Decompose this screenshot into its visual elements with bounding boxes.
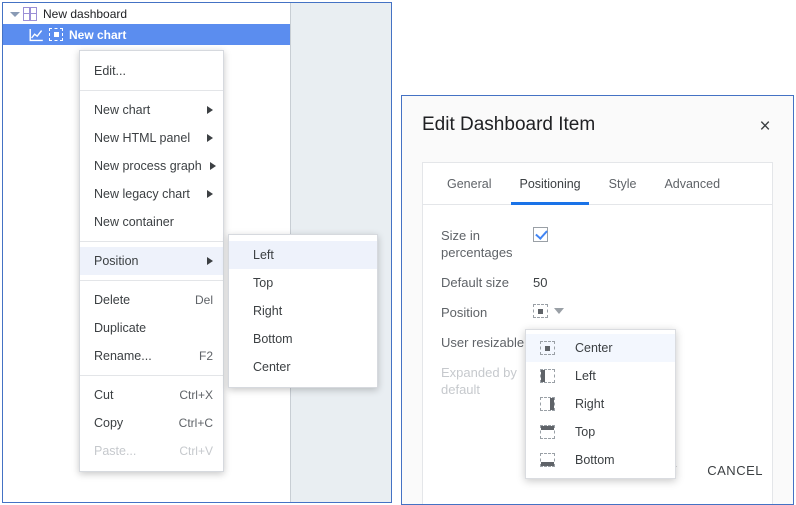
tree-item-new-dashboard[interactable]: New dashboard — [3, 3, 290, 24]
position-option-label: Center — [575, 341, 613, 355]
tree-item-label: New dashboard — [43, 7, 127, 21]
menu-separator — [80, 375, 223, 376]
size-in-percentages-checkbox[interactable] — [533, 227, 548, 242]
position-option-center[interactable]: Center — [526, 334, 675, 362]
menu-item-accelerator: Del — [183, 293, 213, 307]
menu-item-position[interactable]: Position — [80, 247, 223, 275]
menu-item-new-process-graph[interactable]: New process graph — [80, 152, 223, 180]
submenu-arrow-icon — [207, 190, 213, 198]
submenu-item-label: Left — [253, 248, 367, 262]
menu-item-label: Delete — [94, 293, 183, 307]
submenu-arrow-icon — [210, 162, 216, 170]
menu-item-label: Rename... — [94, 349, 187, 363]
default-size-input[interactable]: 50 — [533, 274, 547, 291]
position-option-bottom[interactable]: Bottom — [526, 446, 675, 474]
position-center-icon — [540, 341, 555, 355]
menu-item-new-chart[interactable]: New chart — [80, 96, 223, 124]
menu-item-label: Cut — [94, 388, 167, 402]
position-option-label: Right — [575, 397, 604, 411]
field-label: User resizable — [441, 334, 533, 351]
submenu-item-top[interactable]: Top — [229, 269, 377, 297]
menu-item-new-html-panel[interactable]: New HTML panel — [80, 124, 223, 152]
menu-item-accelerator: Ctrl+V — [167, 444, 213, 458]
menu-item-label: Duplicate — [94, 321, 201, 335]
position-option-left[interactable]: Left — [526, 362, 675, 390]
submenu-item-label: Right — [253, 304, 367, 318]
submenu-item-label: Center — [253, 360, 367, 374]
position-center-icon — [49, 28, 63, 41]
dialog-tabs: General Positioning Style Advanced — [423, 163, 772, 205]
position-option-right[interactable]: Right — [526, 390, 675, 418]
position-dropdown-menu: Center Left Right Top Bottom — [525, 329, 676, 479]
menu-item-delete[interactable]: Delete Del — [80, 286, 223, 314]
menu-item-rename[interactable]: Rename... F2 — [80, 342, 223, 370]
tab-general[interactable]: General — [433, 163, 505, 205]
field-label: Expanded by default — [441, 364, 533, 398]
menu-item-label: Position — [94, 254, 199, 268]
tab-style[interactable]: Style — [595, 163, 651, 205]
menu-item-label: New legacy chart — [94, 187, 199, 201]
tab-advanced[interactable]: Advanced — [650, 163, 734, 205]
expand-caret-icon[interactable] — [9, 8, 21, 20]
menu-item-label: Edit... — [94, 64, 213, 78]
cancel-button[interactable]: CANCEL — [695, 455, 775, 486]
position-bottom-icon — [540, 453, 555, 467]
chevron-down-icon — [554, 308, 564, 314]
menu-item-accelerator: Ctrl+C — [167, 416, 213, 430]
dialog-title: Edit Dashboard Item — [422, 114, 595, 136]
field-position: Position — [441, 304, 772, 321]
position-option-label: Left — [575, 369, 596, 383]
menu-item-label: New container — [94, 215, 213, 229]
position-option-top[interactable]: Top — [526, 418, 675, 446]
menu-item-label: Paste... — [94, 444, 167, 458]
menu-item-label: New chart — [94, 103, 199, 117]
menu-item-label: New process graph — [94, 159, 202, 173]
position-right-icon — [540, 397, 555, 411]
position-option-label: Top — [575, 425, 595, 439]
field-default-size: Default size 50 — [441, 274, 772, 291]
position-top-icon — [540, 425, 555, 439]
context-menu: Edit... New chart New HTML panel New pro… — [79, 50, 224, 472]
menu-item-new-container[interactable]: New container — [80, 208, 223, 236]
menu-separator — [80, 280, 223, 281]
menu-separator — [80, 241, 223, 242]
menu-item-accelerator: F2 — [187, 349, 213, 363]
field-label: Default size — [441, 274, 533, 291]
menu-item-paste: Paste... Ctrl+V — [80, 437, 223, 465]
menu-item-label: Copy — [94, 416, 167, 430]
submenu-item-left[interactable]: Left — [229, 241, 377, 269]
menu-item-cut[interactable]: Cut Ctrl+X — [80, 381, 223, 409]
menu-item-label: New HTML panel — [94, 131, 199, 145]
submenu-item-right[interactable]: Right — [229, 297, 377, 325]
tab-positioning[interactable]: Positioning — [505, 163, 594, 205]
position-select[interactable] — [533, 304, 564, 318]
tree-item-label: New chart — [69, 28, 126, 42]
submenu-item-label: Bottom — [253, 332, 367, 346]
menu-item-edit[interactable]: Edit... — [80, 57, 223, 85]
chart-icon — [29, 28, 44, 42]
submenu-item-label: Top — [253, 276, 367, 290]
submenu-arrow-icon — [207, 257, 213, 265]
position-left-icon — [540, 369, 555, 383]
grid-icon — [23, 7, 37, 21]
submenu-arrow-icon — [207, 106, 213, 114]
close-icon[interactable]: × — [755, 118, 775, 138]
menu-separator — [80, 90, 223, 91]
submenu-item-center[interactable]: Center — [229, 353, 377, 381]
field-label: Position — [441, 304, 533, 321]
position-option-label: Bottom — [575, 453, 615, 467]
field-size-in-percentages: Size in percentages — [441, 227, 772, 261]
submenu-arrow-icon — [207, 134, 213, 142]
menu-item-new-legacy-chart[interactable]: New legacy chart — [80, 180, 223, 208]
position-submenu: Left Top Right Bottom Center — [228, 234, 378, 388]
menu-item-accelerator: Ctrl+X — [167, 388, 213, 402]
menu-item-duplicate[interactable]: Duplicate — [80, 314, 223, 342]
submenu-item-bottom[interactable]: Bottom — [229, 325, 377, 353]
menu-item-copy[interactable]: Copy Ctrl+C — [80, 409, 223, 437]
field-label: Size in percentages — [441, 227, 533, 261]
position-center-icon — [533, 304, 548, 318]
tree-item-new-chart[interactable]: New chart — [3, 24, 290, 45]
screenshot-root: New dashboard New chart Edit... New char… — [0, 0, 796, 505]
